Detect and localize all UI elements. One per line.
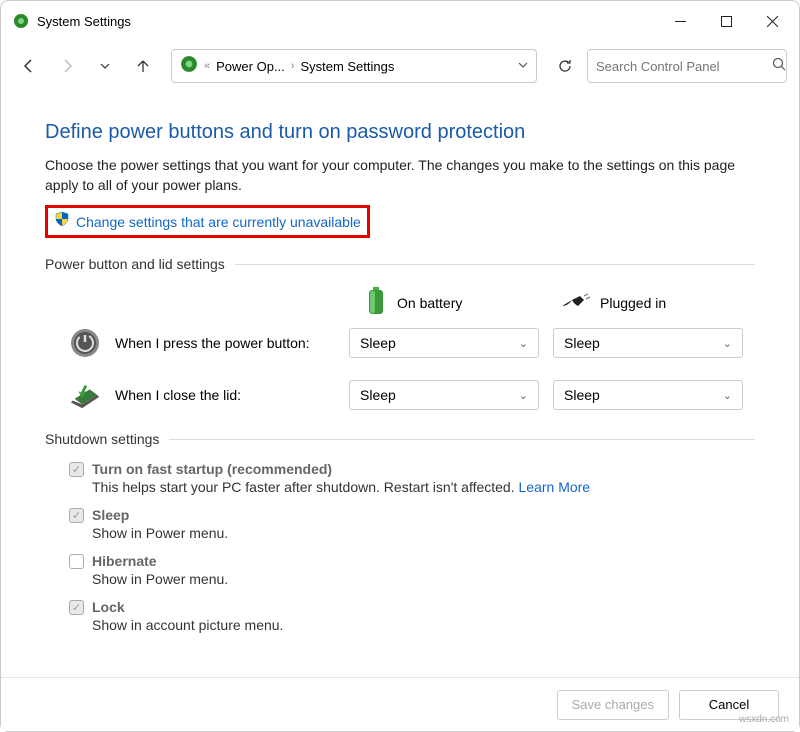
breadcrumb[interactable]: « Power Op... › System Settings <box>171 49 537 83</box>
change-unavailable-link[interactable]: Change settings that are currently unava… <box>76 214 361 230</box>
hibernate-checkbox[interactable] <box>69 554 84 569</box>
page-intro: Choose the power settings that you want … <box>45 156 755 195</box>
on-battery-label: On battery <box>397 295 462 311</box>
search-icon <box>772 57 786 76</box>
search-input[interactable] <box>596 59 772 74</box>
page-heading: Define power buttons and turn on passwor… <box>45 121 755 144</box>
sleep-desc: Show in Power menu. <box>92 525 755 541</box>
sleep-label: Sleep <box>92 507 129 523</box>
recent-dropdown-button[interactable] <box>89 50 121 82</box>
fast-startup-desc: This helps start your PC faster after sh… <box>92 479 755 495</box>
refresh-button[interactable] <box>549 50 581 82</box>
back-button[interactable] <box>13 50 45 82</box>
save-button[interactable]: Save changes <box>557 690 669 720</box>
hibernate-desc: Show in Power menu. <box>92 571 755 587</box>
chevron-down-icon: ⌄ <box>723 337 732 350</box>
hibernate-label: Hibernate <box>92 553 157 569</box>
divider <box>169 439 755 440</box>
close-button[interactable] <box>749 1 795 41</box>
lock-desc: Show in account picture menu. <box>92 617 755 633</box>
lock-checkbox[interactable]: ✓ <box>69 600 84 615</box>
chevron-down-icon: ⌄ <box>519 389 528 402</box>
lock-label: Lock <box>92 599 125 615</box>
up-button[interactable] <box>127 50 159 82</box>
battery-icon <box>365 286 387 319</box>
lid-battery-dropdown[interactable]: Sleep⌄ <box>349 380 539 410</box>
chevron-down-icon: ⌄ <box>723 389 732 402</box>
learn-more-link[interactable]: Learn More <box>519 479 591 495</box>
power-button-battery-dropdown[interactable]: Sleep⌄ <box>349 328 539 358</box>
forward-button[interactable] <box>51 50 83 82</box>
divider <box>235 264 755 265</box>
app-icon <box>13 13 29 29</box>
breadcrumb-dropdown-icon[interactable] <box>518 60 528 73</box>
shield-icon <box>54 211 70 232</box>
chevron-down-icon: ⌄ <box>519 337 528 350</box>
chevron-right-icon: › <box>291 60 295 72</box>
lid-row-label: When I close the lid: <box>115 387 335 403</box>
breadcrumb-item-systemsettings[interactable]: System Settings <box>300 59 394 74</box>
breadcrumb-prefix: « <box>204 60 210 72</box>
fast-startup-checkbox[interactable]: ✓ <box>69 462 84 477</box>
power-button-plugged-dropdown[interactable]: Sleep⌄ <box>553 328 743 358</box>
watermark: wsxdn.com <box>739 714 789 725</box>
uac-link-highlight: Change settings that are currently unava… <box>45 205 370 238</box>
lid-icon <box>69 379 101 411</box>
section-shutdown-title: Shutdown settings <box>45 431 159 447</box>
breadcrumb-icon <box>180 55 198 78</box>
breadcrumb-item-poweroptions[interactable]: Power Op... <box>216 59 285 74</box>
power-button-icon <box>69 327 101 359</box>
section-power-button-title: Power button and lid settings <box>45 256 225 272</box>
plugged-in-label: Plugged in <box>600 295 666 311</box>
search-box[interactable] <box>587 49 787 83</box>
minimize-button[interactable] <box>657 1 703 41</box>
maximize-button[interactable] <box>703 1 749 41</box>
window-title: System Settings <box>37 14 657 29</box>
power-button-row-label: When I press the power button: <box>115 335 335 351</box>
lid-plugged-dropdown[interactable]: Sleep⌄ <box>553 380 743 410</box>
fast-startup-label: Turn on fast startup (recommended) <box>92 461 332 477</box>
sleep-checkbox[interactable]: ✓ <box>69 508 84 523</box>
plug-icon <box>560 292 590 313</box>
